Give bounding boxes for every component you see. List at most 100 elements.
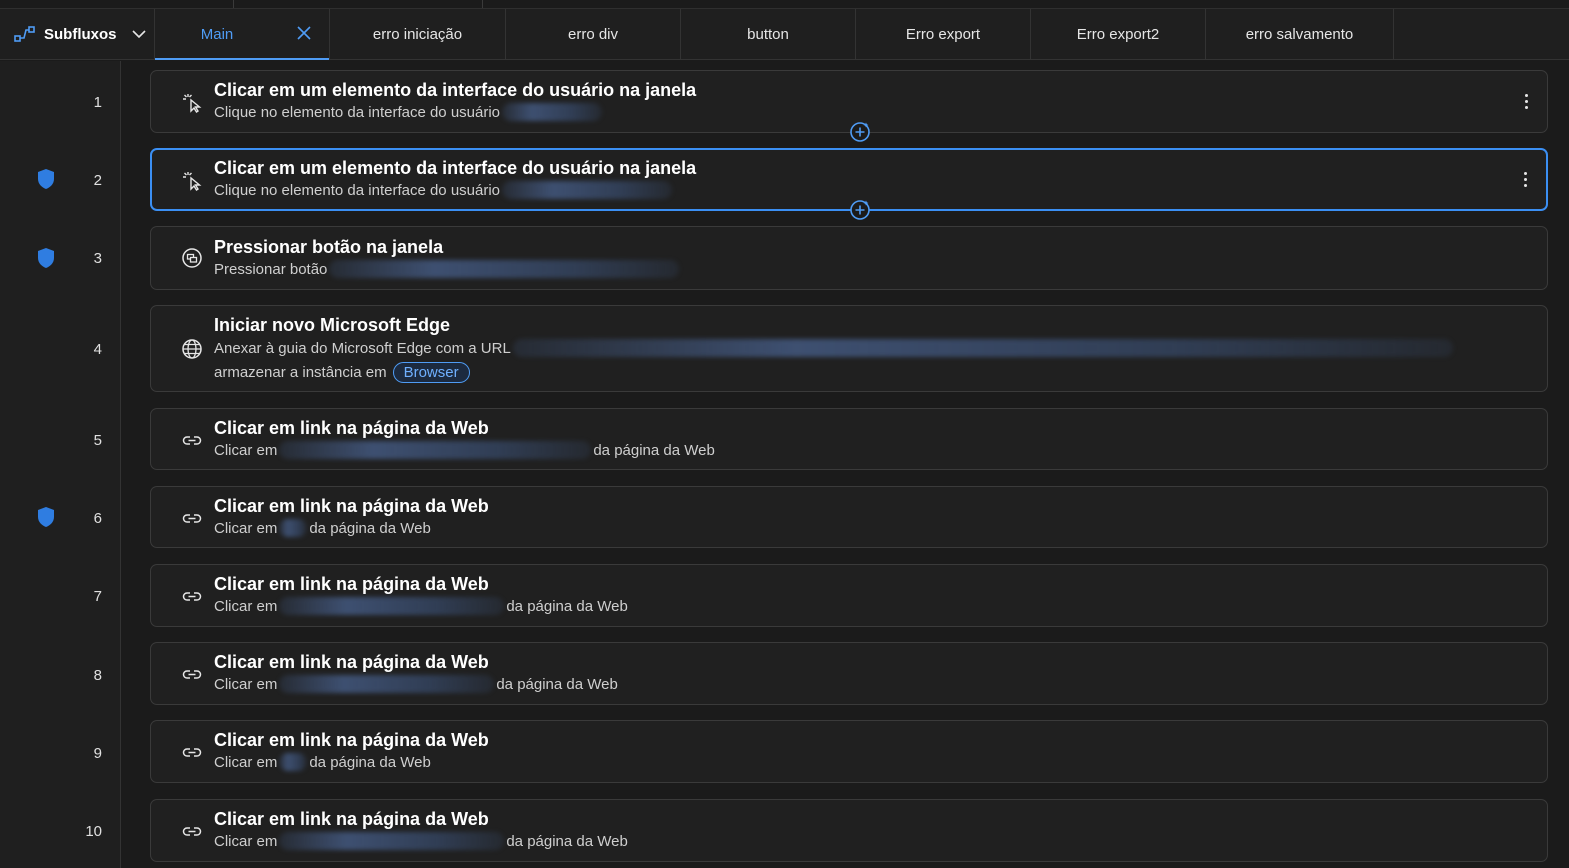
redacted-text bbox=[279, 753, 308, 771]
redacted-text bbox=[279, 597, 505, 615]
add-action-icon[interactable] bbox=[849, 121, 871, 143]
tab-label: Erro export bbox=[905, 25, 981, 43]
close-icon[interactable] bbox=[295, 24, 313, 42]
tab-label: Main bbox=[200, 25, 234, 43]
action-description-text: Anexar à guia do Microsoft Edge com a UR… bbox=[214, 339, 511, 357]
top-strip bbox=[0, 0, 1569, 9]
chevron-down-icon bbox=[131, 30, 146, 39]
action-description: Clique no elemento da interface do usuár… bbox=[214, 181, 674, 199]
redacted-text bbox=[279, 675, 495, 693]
tab-label: Erro export2 bbox=[1076, 25, 1160, 43]
action-title: Clicar em um elemento da interface do us… bbox=[214, 158, 697, 178]
action-description-text: Clicar em bbox=[214, 441, 278, 459]
subflow-tab-bar: Subfluxos Main erro iniciação erro div b… bbox=[0, 9, 1569, 60]
link-icon bbox=[182, 670, 202, 679]
link-icon bbox=[182, 514, 202, 523]
action-description: Pressionar botão bbox=[214, 260, 681, 278]
tab-erro-salvamento[interactable]: erro salvamento bbox=[1206, 9, 1394, 59]
action-description: Clicar em da página da Web bbox=[214, 597, 628, 615]
action-card[interactable]: Clicar em link na página da Web Clicar e… bbox=[150, 799, 1548, 862]
action-card[interactable]: Iniciar novo Microsoft Edge Anexar à gui… bbox=[150, 305, 1548, 392]
action-description-text: da página da Web bbox=[593, 441, 715, 459]
action-card[interactable]: Clicar em link na página da Web Clicar e… bbox=[150, 720, 1548, 783]
action-description-text: armazenar a instância em bbox=[214, 364, 387, 381]
tab-erro-export[interactable]: Erro export bbox=[856, 9, 1031, 59]
link-icon bbox=[182, 748, 202, 757]
line-number: 8 bbox=[93, 667, 102, 684]
action-description: Clicar em da página da Web bbox=[214, 675, 618, 693]
divider bbox=[233, 0, 234, 8]
link-icon bbox=[182, 436, 202, 445]
more-options-icon[interactable] bbox=[1519, 91, 1533, 113]
action-title: Clicar em link na página da Web bbox=[214, 496, 489, 516]
cursor-click-icon bbox=[183, 94, 202, 113]
redacted-text bbox=[279, 832, 505, 850]
tab-label: erro salvamento bbox=[1245, 25, 1354, 43]
action-description: Clicar em da página da Web bbox=[214, 519, 431, 537]
action-card[interactable]: Clicar em link na página da Web Clicar e… bbox=[150, 486, 1548, 548]
action-description-text: da página da Web bbox=[309, 519, 431, 537]
action-description-text: Pressionar botão bbox=[214, 260, 328, 278]
action-card[interactable]: Clicar em link na página da Web Clicar e… bbox=[150, 642, 1548, 705]
action-description-text: da página da Web bbox=[506, 597, 628, 615]
tab-button[interactable]: button bbox=[681, 9, 856, 59]
action-card[interactable]: Clicar em link na página da Web Clicar e… bbox=[150, 564, 1548, 627]
line-number: 5 bbox=[93, 432, 102, 449]
globe-icon bbox=[182, 339, 202, 359]
tab-main[interactable]: Main bbox=[155, 9, 330, 60]
divider bbox=[482, 0, 483, 8]
add-action-icon[interactable] bbox=[849, 199, 871, 221]
line-number: 10 bbox=[85, 823, 102, 840]
link-icon bbox=[182, 592, 202, 601]
redacted-text bbox=[279, 519, 308, 537]
action-title: Clicar em link na página da Web bbox=[214, 574, 489, 594]
action-card[interactable]: Clicar em link na página da Web Clicar e… bbox=[150, 408, 1548, 470]
action-description-text: Clicar em bbox=[214, 675, 278, 693]
subflows-dropdown[interactable]: Subfluxos bbox=[0, 9, 155, 59]
action-title: Pressionar botão na janela bbox=[214, 237, 444, 257]
line-number: 2 bbox=[93, 172, 102, 189]
redacted-text bbox=[502, 181, 673, 199]
action-title: Clicar em um elemento da interface do us… bbox=[214, 80, 697, 100]
tab-label: button bbox=[747, 25, 789, 43]
press-button-icon bbox=[182, 248, 202, 268]
redacted-url bbox=[512, 339, 1453, 357]
action-description: Clicar em da página da Web bbox=[214, 441, 715, 459]
tab-label: erro div bbox=[567, 25, 619, 43]
line-number: 9 bbox=[93, 745, 102, 762]
redacted-text bbox=[502, 103, 603, 121]
line-number: 1 bbox=[93, 94, 102, 111]
action-title: Clicar em link na página da Web bbox=[214, 730, 489, 750]
tab-erro-div[interactable]: erro div bbox=[506, 9, 681, 59]
shield-icon[interactable] bbox=[36, 168, 56, 190]
action-title: Iniciar novo Microsoft Edge bbox=[214, 315, 451, 335]
line-number: 3 bbox=[93, 250, 102, 267]
shield-icon[interactable] bbox=[36, 506, 56, 528]
action-description-text: Clicar em bbox=[214, 832, 278, 850]
redacted-text bbox=[279, 441, 592, 459]
action-description: Clicar em da página da Web bbox=[214, 753, 431, 771]
action-description-text: da página da Web bbox=[496, 675, 618, 693]
cursor-click-icon bbox=[183, 172, 202, 191]
action-title: Clicar em link na página da Web bbox=[214, 809, 489, 829]
line-number: 6 bbox=[93, 510, 102, 527]
redacted-text bbox=[329, 260, 680, 278]
tab-erro-export2[interactable]: Erro export2 bbox=[1031, 9, 1206, 59]
action-description-text: Clicar em bbox=[214, 519, 278, 537]
action-title: Clicar em link na página da Web bbox=[214, 652, 489, 672]
shield-icon[interactable] bbox=[36, 247, 56, 269]
action-description-text: Clique no elemento da interface do usuár… bbox=[214, 181, 501, 199]
variable-pill[interactable]: Browser bbox=[392, 362, 470, 383]
subflows-label: Subfluxos bbox=[44, 25, 117, 43]
line-number: 7 bbox=[93, 588, 102, 605]
line-number: 4 bbox=[93, 341, 102, 358]
action-description-text: Clique no elemento da interface do usuár… bbox=[214, 103, 501, 121]
action-description: Clicar em da página da Web bbox=[214, 832, 628, 850]
more-options-icon[interactable] bbox=[1518, 169, 1532, 191]
line-number-gutter: 1 2 3 4 5 6 7 8 9 10 bbox=[0, 61, 121, 868]
link-icon bbox=[182, 827, 202, 836]
action-card[interactable]: Pressionar botão na janela Pressionar bo… bbox=[150, 226, 1548, 290]
tab-erro-iniciacao[interactable]: erro iniciação bbox=[330, 9, 506, 59]
action-description-line2: armazenar a instância em Browser bbox=[214, 362, 470, 383]
action-title: Clicar em link na página da Web bbox=[214, 418, 489, 438]
